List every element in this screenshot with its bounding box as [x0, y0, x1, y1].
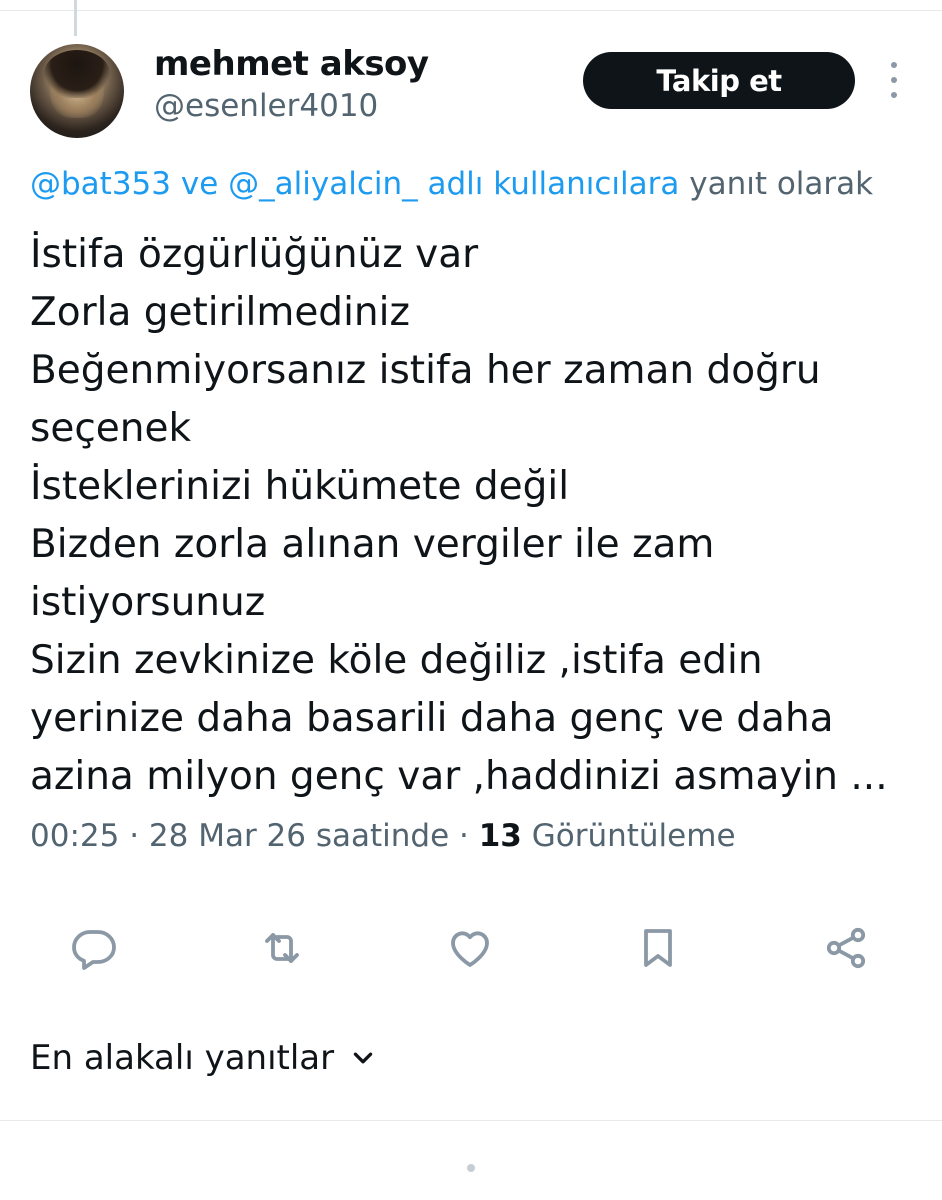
reply-users-label[interactable]: adlı kullanıcılara	[418, 166, 679, 202]
retweet-button[interactable]	[254, 920, 310, 976]
meta-separator: ·	[449, 818, 479, 854]
tweet-meta: 00:25 · 28 Mar 26 saatinde · 13 Görüntül…	[30, 818, 736, 854]
bookmark-button[interactable]	[630, 920, 686, 976]
user-handle[interactable]: @esenler4010	[154, 88, 378, 124]
meta-separator: ·	[119, 818, 149, 854]
tweet-line: Sizin zevkinize köle değiliz ,istifa edi…	[30, 638, 763, 683]
tweet-line: istiyorsunuz	[30, 580, 266, 625]
reply-button[interactable]	[66, 920, 122, 976]
like-button[interactable]	[442, 920, 498, 976]
loading-indicator	[467, 1164, 475, 1172]
tweet-line: İstifa özgürlüğünüz var	[30, 232, 479, 277]
top-divider	[0, 10, 942, 11]
tweet-line: Zorla getirilmediniz	[30, 290, 410, 335]
like-icon	[451, 931, 489, 967]
tweet-time[interactable]: 00:25	[30, 818, 119, 854]
tweet-line: Beğenmiyorsanız istifa her zaman doğru	[30, 348, 821, 393]
tweet-line: İsteklerinizi hükümete değil	[30, 464, 570, 509]
reply-joiner[interactable]: ve	[171, 166, 228, 202]
follow-button[interactable]: Takip et	[583, 52, 855, 109]
chevron-down-icon	[353, 1052, 373, 1064]
action-bar	[0, 920, 942, 980]
more-options-icon[interactable]	[884, 62, 904, 98]
tweet-text: İstifa özgürlüğünüz var Zorla getirilmed…	[30, 226, 920, 806]
section-divider	[0, 1120, 942, 1121]
tweet-line: yerinize daha basarili daha genç ve daha	[30, 696, 834, 741]
reply-context: @bat353 ve @_aliyalcin_ adlı kullanıcıla…	[30, 166, 873, 202]
bookmark-icon	[644, 929, 672, 967]
display-name[interactable]: mehmet aksoy	[154, 44, 429, 84]
thread-connector-line	[74, 0, 77, 36]
replies-sort-selector[interactable]: En alakalı yanıtlar	[30, 1038, 376, 1078]
tweet-line: Bizden zorla alınan vergiler ile zam	[30, 522, 715, 567]
share-button[interactable]	[818, 920, 874, 976]
mention-link[interactable]: @bat353	[30, 166, 171, 202]
mention-link[interactable]: @_aliyalcin_	[228, 166, 417, 202]
share-icon	[826, 927, 866, 969]
replies-sort-label: En alakalı yanıtlar	[30, 1038, 335, 1078]
views-count[interactable]: 13	[479, 818, 522, 854]
tweet-date[interactable]: 28 Mar 26 saatinde	[149, 818, 449, 854]
avatar[interactable]	[30, 44, 124, 138]
tweet-line: azina milyon genç var ,haddinizi asmayin…	[30, 754, 888, 799]
reply-suffix: yanıt olarak	[679, 166, 874, 202]
reply-icon	[72, 930, 116, 970]
tweet-line: seçenek	[30, 406, 192, 451]
retweet-icon	[265, 933, 299, 963]
views-label[interactable]: Görüntüleme	[522, 818, 736, 854]
